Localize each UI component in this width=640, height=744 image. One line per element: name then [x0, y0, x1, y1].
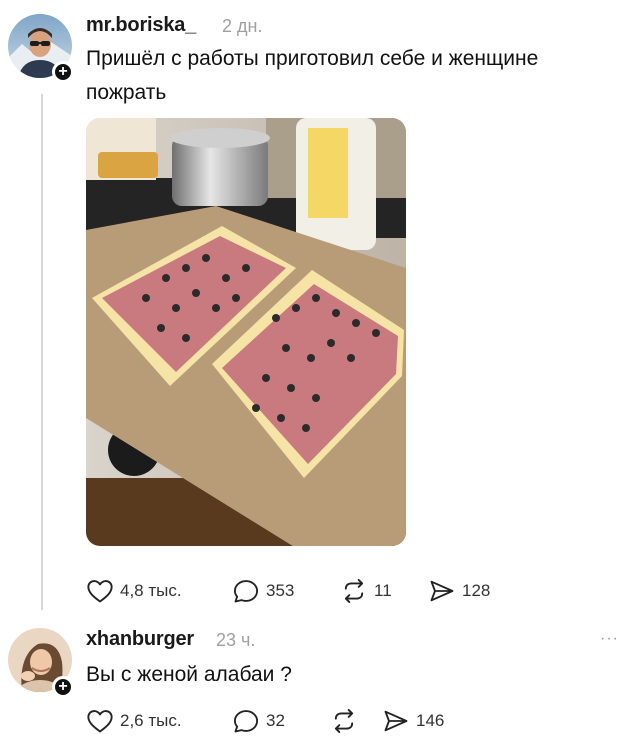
- share-count: 128: [462, 581, 491, 600]
- post-photo[interactable]: [86, 118, 406, 546]
- reply-comment-count: 32: [266, 711, 285, 730]
- thread-line: [41, 94, 43, 610]
- share-button[interactable]: 128: [428, 576, 490, 606]
- repost-icon: [344, 578, 364, 604]
- pizza-photo-image: [86, 118, 406, 546]
- like-count: 4,8 тыс.: [120, 581, 182, 600]
- reply-like-button[interactable]: 2,6 тыс.: [86, 706, 182, 736]
- post-username[interactable]: mr.boriska_: [86, 14, 196, 37]
- follow-plus-icon[interactable]: +: [52, 61, 74, 83]
- share-icon: [384, 710, 408, 732]
- reply-repost-button[interactable]: [330, 706, 364, 736]
- reply-text: Вы с женой алабаи ?: [86, 663, 292, 686]
- repost-button[interactable]: 11: [340, 576, 392, 606]
- comment-icon: [233, 580, 259, 603]
- reply-like-count: 2,6 тыс.: [120, 711, 182, 730]
- follow-plus-icon[interactable]: +: [52, 676, 74, 698]
- reply-time: 23 ч.: [216, 630, 256, 650]
- reply-share-button[interactable]: 146: [382, 706, 444, 736]
- more-icon[interactable]: ···: [600, 630, 619, 648]
- reply-username[interactable]: xhanburger: [86, 628, 194, 651]
- repost-count: 11: [374, 581, 392, 600]
- post-time: 2 дн.: [222, 16, 263, 36]
- post-text: Пришёл с работы приготовил себе и женщин…: [86, 47, 539, 104]
- heart-icon: [87, 580, 113, 603]
- comment-count: 353: [266, 581, 295, 600]
- heart-icon: [87, 710, 113, 733]
- comment-button[interactable]: 353: [232, 576, 294, 606]
- repost-icon: [334, 708, 354, 734]
- reply-share-count: 146: [416, 711, 445, 730]
- like-button[interactable]: 4,8 тыс.: [86, 576, 182, 606]
- comment-icon: [233, 710, 259, 733]
- share-icon: [430, 580, 454, 602]
- reply-comment-button[interactable]: 32: [232, 706, 285, 736]
